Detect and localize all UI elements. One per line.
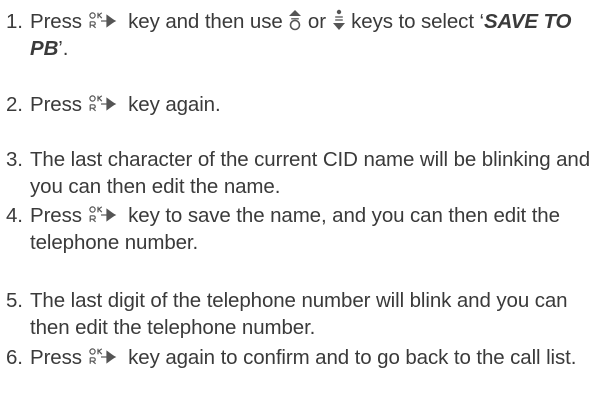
step-text: The last digit of the telephone number w… [30, 289, 568, 339]
step-text: Press key and then use or keys to select… [30, 8, 590, 62]
scroll-down-icon [332, 9, 346, 31]
step-6: 6. Press key again to confirm and to go … [0, 344, 592, 371]
step-text: Press key to save the name, and you can … [30, 202, 590, 256]
step-text-part: or [307, 10, 326, 33]
ok-r-arrow-icon [88, 205, 123, 225]
ok-r-arrow-icon [88, 94, 123, 114]
step-text-part: Press [30, 93, 82, 116]
step-number: 6. [6, 346, 23, 369]
step-text: Press key again to confirm and to go bac… [30, 344, 590, 371]
step-number: 2. [6, 93, 23, 116]
step-text-part: Press [30, 10, 82, 33]
step-text: The last character of the current CID na… [30, 148, 591, 198]
step-text-part: key again to confirm and to go back to t… [128, 346, 577, 369]
step-1: 1. Press key and then use or keys to sel… [0, 8, 592, 62]
step-3: 3. The last character of the current CID… [0, 146, 592, 200]
ok-r-arrow-icon [88, 11, 123, 31]
step-text-part: keys to select ‘ [351, 10, 484, 33]
step-number: 5. [6, 289, 23, 312]
step-number: 1. [6, 10, 23, 33]
step-text-part: Press [30, 204, 82, 227]
step-text-part: Press [30, 346, 82, 369]
step-number: 4. [6, 204, 23, 227]
ok-r-arrow-icon [88, 347, 123, 367]
step-2: 2. Press key again. [0, 91, 592, 118]
step-text-part: key and then use [128, 10, 283, 33]
step-text-part: ’. [58, 37, 69, 60]
step-text: Press key again. [30, 91, 590, 118]
step-4: 4. Press key to save the name, and you c… [0, 202, 592, 256]
step-5: 5. The last digit of the telephone numbe… [0, 287, 592, 341]
scroll-up-icon [288, 9, 302, 31]
step-text-part: key again. [128, 93, 221, 116]
step-number: 3. [6, 148, 23, 171]
